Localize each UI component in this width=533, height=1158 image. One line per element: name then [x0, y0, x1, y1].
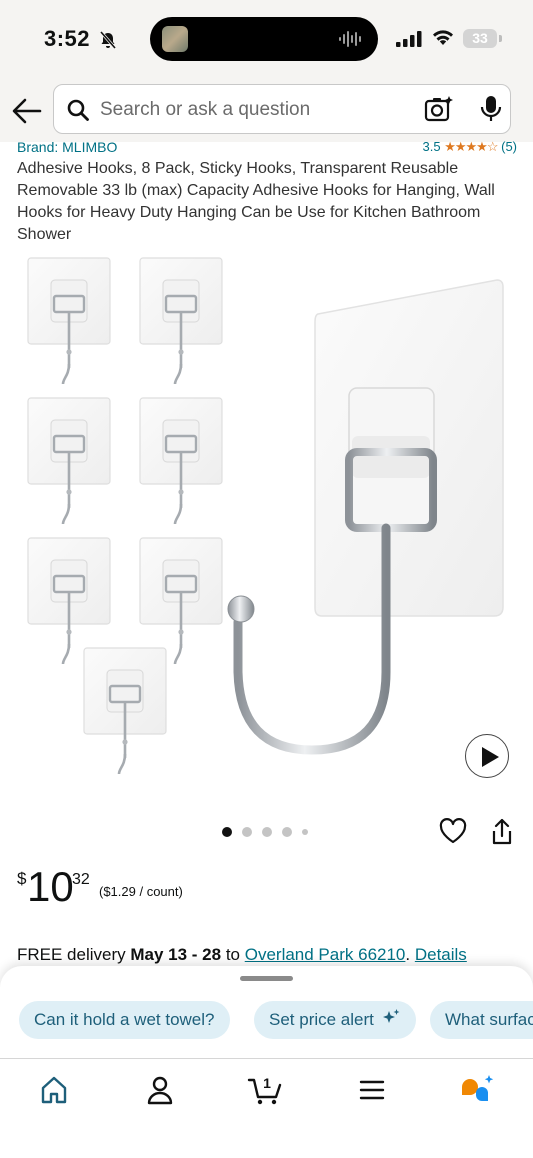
back-arrow-icon[interactable] — [10, 96, 44, 126]
suggestion-chip-label: What surfaces does it stick to? — [445, 1010, 533, 1029]
search-placeholder: Search or ask a question — [100, 99, 311, 120]
now-playing-artwork — [162, 26, 188, 52]
rating-stars: ★★★★☆ — [444, 139, 498, 154]
dynamic-island[interactable] — [150, 17, 378, 61]
delivery-to: to — [221, 945, 245, 964]
menu-icon[interactable] — [352, 1073, 392, 1107]
cellular-signal-icon — [396, 31, 422, 47]
price-whole: 10 — [27, 863, 74, 910]
suggestion-chip[interactable]: What surfaces does it stick to? — [430, 1001, 533, 1039]
brand-link[interactable]: Brand: MLIMBO — [17, 139, 117, 155]
rufus-icon[interactable] — [458, 1073, 498, 1107]
delivery-prefix: FREE delivery — [17, 945, 131, 964]
sheet-grabber[interactable] — [240, 976, 293, 981]
price-currency: $ — [17, 869, 27, 888]
carousel-dot[interactable] — [222, 827, 232, 837]
share-icon[interactable] — [490, 818, 514, 846]
battery-cap — [499, 35, 502, 42]
product-image[interactable] — [0, 252, 533, 797]
camera-lens-icon[interactable] — [424, 95, 454, 123]
delivery-info: FREE delivery May 13 - 28 to Overland Pa… — [17, 945, 467, 965]
suggestion-chip-label: Set price alert — [269, 1010, 374, 1029]
play-video-button[interactable] — [465, 734, 509, 778]
heart-icon[interactable] — [439, 818, 467, 844]
search-header: Search or ask a question — [0, 78, 533, 142]
sparkle-icon — [382, 1009, 400, 1023]
bell-muted-icon — [99, 31, 117, 49]
audio-waveform-icon — [339, 31, 361, 47]
suggestion-chip-label: Can it hold a wet towel? — [34, 1010, 215, 1029]
carousel-dot[interactable] — [302, 829, 308, 835]
carousel-dot[interactable] — [242, 827, 252, 837]
delivery-details-link[interactable]: Details — [415, 945, 467, 964]
product-title: Adhesive Hooks, 8 Pack, Sticky Hooks, Tr… — [17, 160, 495, 243]
rating-summary[interactable]: 3.5 ★★★★☆ (5) — [423, 139, 518, 155]
delivery-dates: May 13 - 28 — [130, 945, 222, 964]
delivery-location-link[interactable]: Overland Park 66210 — [245, 945, 406, 964]
status-time: 3:52 — [44, 26, 91, 51]
account-icon[interactable] — [140, 1073, 180, 1107]
cart-icon[interactable]: 1 — [246, 1073, 286, 1107]
price-fraction: 32 — [72, 871, 90, 888]
cart-count: 1 — [263, 1075, 271, 1091]
delivery-sep: . — [405, 945, 415, 964]
price-alert-chip[interactable]: Set price alert — [254, 1001, 416, 1039]
carousel-dot[interactable] — [282, 827, 292, 837]
battery-level: 33 — [463, 29, 497, 48]
status-bar: 3:52 33 — [0, 0, 533, 78]
wifi-icon — [433, 30, 453, 45]
microphone-icon[interactable] — [480, 95, 502, 123]
rufus-suggestion-sheet: Can it hold a wet towel? Set price alert… — [0, 966, 533, 1158]
home-icon[interactable] — [34, 1073, 74, 1107]
carousel-dot[interactable] — [262, 827, 272, 837]
search-icon — [67, 99, 89, 121]
bottom-tab-bar: 1 — [0, 1059, 533, 1158]
rating-score: 3.5 — [422, 139, 441, 154]
brand-rating-row: Brand: MLIMBO 3.5 ★★★★☆ (5) — [17, 136, 517, 156]
play-icon — [482, 747, 499, 767]
rating-count: (5) — [501, 139, 517, 154]
search-input[interactable]: Search or ask a question — [53, 84, 511, 134]
unit-price: ($1.29 / count) — [99, 884, 183, 899]
suggestion-chip[interactable]: Can it hold a wet towel? — [19, 1001, 230, 1039]
